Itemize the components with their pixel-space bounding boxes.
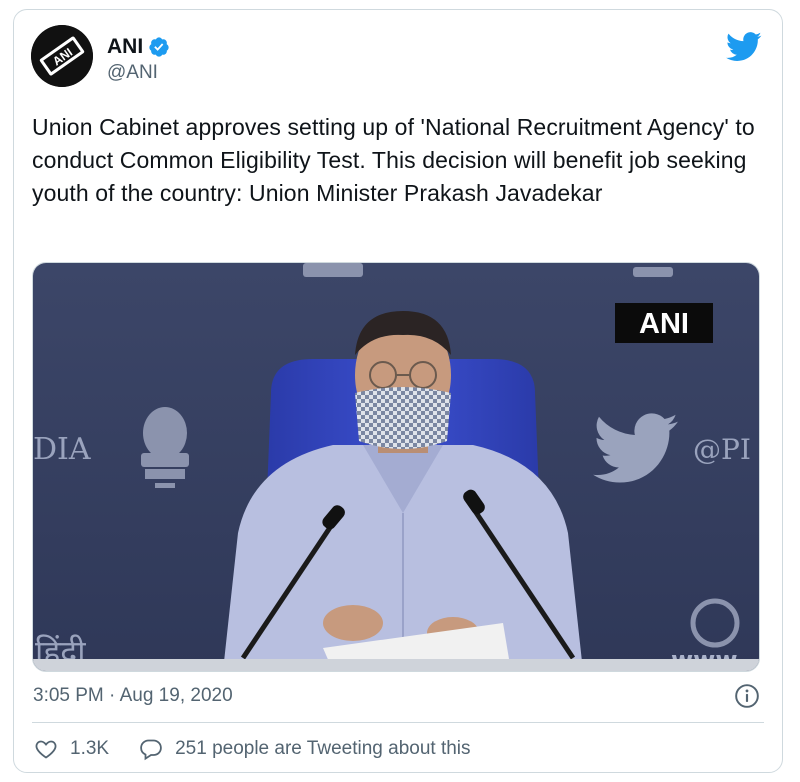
author-handle[interactable]: @ANI <box>107 62 158 84</box>
emblem-icon <box>141 407 189 488</box>
like-count: 1.3K <box>70 738 110 759</box>
ani-logo: ANI <box>31 25 93 87</box>
tweet-timestamp[interactable]: 3:05 PM · Aug 19, 2020 <box>33 685 233 707</box>
avatar[interactable]: ANI <box>31 25 93 87</box>
press-conference-photo: DIA @PI हिंदी www ANI <box>33 263 759 671</box>
heart-icon <box>35 740 57 759</box>
tweet-card[interactable]: ANI ANI @ANI Union Cabinet approves sett… <box>13 9 783 773</box>
verified-badge-icon <box>149 37 169 57</box>
twitter-bird-icon[interactable] <box>726 32 762 62</box>
tweet-media-image[interactable]: DIA @PI हिंदी www ANI <box>32 262 760 672</box>
divider <box>32 722 764 723</box>
tweet-text: Union Cabinet approves setting up of 'Na… <box>32 114 755 206</box>
ani-watermark: ANI <box>639 308 689 340</box>
reply-button[interactable]: 251 people are Tweeting about this <box>139 737 471 761</box>
author-name[interactable]: ANI <box>107 35 143 59</box>
reply-text: 251 people are Tweeting about this <box>175 738 471 759</box>
backdrop-text-right: @PI <box>693 433 751 466</box>
info-icon[interactable] <box>734 683 760 709</box>
face-mask <box>355 387 451 449</box>
backdrop-text-left: DIA <box>33 432 91 467</box>
reply-icon <box>140 739 162 761</box>
like-button[interactable]: 1.3K <box>34 737 109 761</box>
